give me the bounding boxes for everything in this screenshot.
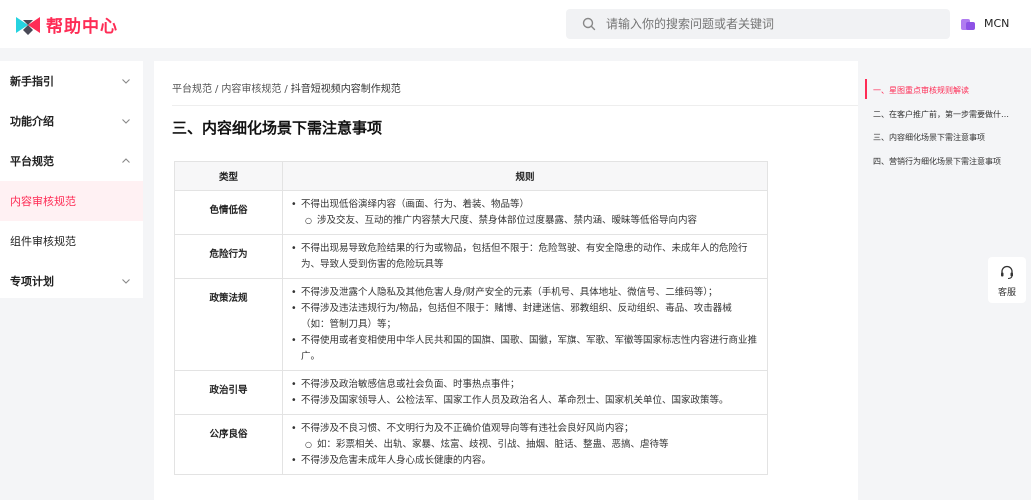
rule-item: • 不得涉及危害未成年人身心成长健康的内容。 — [291, 455, 492, 466]
toc-item[interactable]: 二、在客户推广前，第一步需要做什… — [865, 103, 1031, 127]
sidebar-item-label: 专项计划 — [10, 275, 54, 288]
sidebar-item-label: 功能介绍 — [10, 115, 54, 128]
table-row: 色情低俗 • 不得出现低俗演绎内容（画面、行为、着装、物品等） ○ 涉及交友、互动的… — [174, 190, 768, 235]
page-title: 三、内容细化场景下需注意事项 — [172, 119, 383, 137]
sidebar-item-special-programs[interactable]: 专项计划 — [0, 261, 143, 301]
sidebar-nav: 新手指引 功能介绍 平台规范 内容审核规范 组件审核规范 专项计划 — [0, 61, 143, 298]
column-header-type: 类型 — [174, 161, 283, 191]
rules-table: 类型 规则 色情低俗 • 不得出现低俗演绎内容（画面、行为、着装、物品等） ○ 涉及… — [174, 161, 768, 475]
sidebar-item-content-review[interactable]: 内容审核规范 — [0, 181, 143, 221]
row-type: 政治引导 — [174, 370, 283, 415]
sidebar-item-label: 内容审核规范 — [10, 195, 76, 208]
article-content: 平台规范 / 内容审核规范 / 抖音短视频内容制作规范 三、内容细化场景下需注意事项 类… — [154, 61, 858, 500]
sidebar-item-label: 组件审核规范 — [10, 235, 76, 248]
table-row: 政策法规 • 不得涉及泄露个人隐私及其他危害人身/财产安全的元素（手机号、具体地址… — [174, 278, 768, 371]
breadcrumb-current: 抖音短视频内容制作规范 — [290, 84, 401, 95]
toc-item[interactable]: 一、星图重点审核规则解读 — [865, 79, 1031, 103]
sidebar-item-label: 新手指引 — [10, 75, 54, 88]
row-rules: • 不得涉及泄露个人隐私及其他危害人身/财产安全的元素（手机号、具体地址、微信号、… — [282, 278, 768, 371]
column-header-rules: 规则 — [282, 161, 768, 191]
toc-active-indicator — [865, 79, 867, 99]
divider — [172, 105, 858, 106]
table-row: 危险行为 • 不得出现易导致危险结果的行为或物品，包括但不限于：危险驾驶、有安全隐… — [174, 234, 768, 279]
top-header: 帮助中心 MCN — [0, 0, 1031, 48]
rule-subitem: ○ 如：彩票相关、出轨、家暴、炫富、歧视、引战、抽烟、脏话、整蛊、恶搞、虐待等 — [305, 439, 669, 450]
sidebar-item-newbie-guide[interactable]: 新手指引 — [0, 61, 143, 101]
breadcrumb: 平台规范 / 内容审核规范 / 抖音短视频内容制作规范 — [172, 84, 401, 95]
table-row: 政治引导 • 不得涉及政治敏感信息或社会负面、时事热点事件； • 不得涉及国家领导人… — [174, 370, 768, 415]
user-menu[interactable]: MCN — [960, 15, 1009, 31]
search-bar[interactable] — [566, 9, 950, 39]
mcn-avatar-icon — [961, 19, 975, 30]
toc-item[interactable]: 四、营销行为细化场景下需注意事项 — [865, 150, 1031, 174]
row-type: 色情低俗 — [174, 190, 283, 235]
table-row: 公序良俗 • 不得涉及不良习惯、不文明行为及不正确价值观导向等有违社会良好风尚内容… — [174, 414, 768, 475]
row-rules: • 不得涉及政治敏感信息或社会负面、时事热点事件； • 不得涉及国家领导人、公检法军… — [282, 370, 768, 415]
rule-item: • 不得涉及泄露个人隐私及其他危害人身/财产安全的元素（手机号、具体地址、微信号、… — [291, 287, 718, 298]
user-name: MCN — [984, 16, 1010, 30]
rule-item: • 不得涉及政治敏感信息或社会负面、时事热点事件； — [291, 379, 520, 390]
logo-text: 帮助中心 — [46, 17, 118, 37]
rule-item: • 不得出现低俗演绎内容（画面、行为、着装、物品等） — [291, 199, 530, 210]
rule-item: • 不得涉及国家领导人、公检法军、国家工作人员及政治名人、革命烈士、国家机关单位、… — [291, 395, 729, 406]
chevron-up-icon — [122, 158, 130, 163]
rule-subitem: ○ 涉及交友、互动的推广内容禁大尺度、禁身体部位过度暴露、禁内涵、暧昧等低俗导向内… — [305, 215, 698, 226]
row-type: 危险行为 — [174, 234, 283, 279]
search-input[interactable] — [606, 17, 926, 31]
row-rules: • 不得出现易导致危险结果的行为或物品，包括但不限于：危险驾驶、有安全隐患的动作、… — [282, 234, 768, 279]
rule-item: • 不得涉及违法违规行为/物品，包括但不限于：赌博、封建迷信、邪教组织、反动组织、… — [291, 303, 732, 330]
sidebar-item-label: 平台规范 — [10, 155, 54, 168]
breadcrumb-link[interactable]: 平台规范 — [172, 84, 212, 95]
chevron-down-icon — [122, 79, 130, 84]
rule-item: • 不得使用或者变相使用中华人民共和国的国旗、国歌、国徽，军旗、军歌、军徽等国家标… — [291, 335, 758, 362]
toc-item[interactable]: 三、内容细化场景下需注意事项 — [865, 126, 1031, 150]
logo[interactable]: 帮助中心 — [14, 12, 118, 37]
douyin-logo-icon — [16, 16, 40, 35]
row-rules: • 不得出现低俗演绎内容（画面、行为、着装、物品等） ○ 涉及交友、互动的推广内容禁… — [282, 190, 768, 235]
sidebar-item-component-review[interactable]: 组件审核规范 — [0, 221, 143, 261]
row-type: 政策法规 — [174, 278, 283, 371]
table-header-row: 类型 规则 — [174, 161, 768, 191]
sidebar-item-features[interactable]: 功能介绍 — [0, 101, 143, 141]
chevron-down-icon — [122, 119, 130, 124]
customer-service-button[interactable]: 客服 — [988, 257, 1026, 303]
breadcrumb-link[interactable]: 内容审核规范 — [221, 84, 281, 95]
chevron-down-icon — [122, 279, 130, 284]
table-of-contents: 一、星图重点审核规则解读 二、在客户推广前，第一步需要做什… 三、内容细化场景下… — [865, 79, 1031, 173]
customer-service-label: 客服 — [997, 288, 1016, 298]
rule-item: • 不得出现易导致危险结果的行为或物品，包括但不限于：危险驾驶、有安全隐患的动作、… — [291, 243, 748, 270]
headset-icon — [1001, 265, 1013, 279]
search-icon — [582, 17, 596, 31]
rule-item: • 不得涉及不良习惯、不文明行为及不正确价值观导向等有违社会良好风尚内容； — [291, 423, 634, 434]
row-type: 公序良俗 — [174, 414, 283, 475]
sidebar-item-platform-rules[interactable]: 平台规范 — [0, 141, 143, 181]
row-rules: • 不得涉及不良习惯、不文明行为及不正确价值观导向等有违社会良好风尚内容； ○ 如：… — [282, 414, 768, 475]
